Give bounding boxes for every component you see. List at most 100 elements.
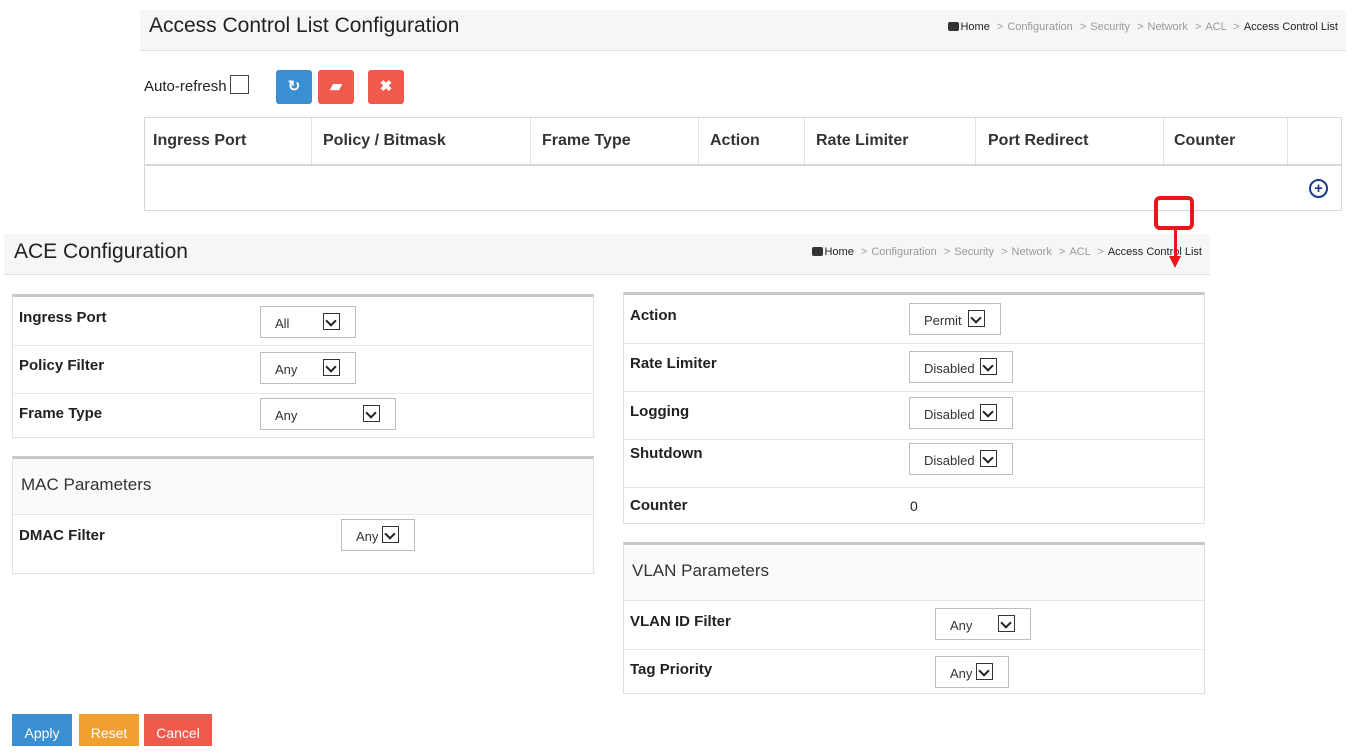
column-header: Ingress Port (153, 132, 247, 149)
breadcrumb-item[interactable]: Network (1148, 21, 1188, 33)
dashboard-icon (812, 247, 824, 256)
rate-limiter-select[interactable]: Disabled (909, 351, 1013, 383)
counter-label: Counter (630, 497, 688, 514)
tag-priority-select[interactable]: Any (935, 656, 1009, 688)
ace-title-bar: ACE Configuration Home > Configuration > S… (4, 234, 1210, 275)
dmac-filter-value: Any (356, 529, 379, 544)
auto-refresh-checkbox[interactable] (229, 75, 249, 94)
chevron-down-icon (363, 405, 380, 422)
shutdown-row: Shutdown Disabled (624, 439, 1204, 488)
annotation-arrow-icon (1169, 256, 1181, 268)
policy-filter-value: Any (275, 362, 298, 377)
breadcrumb-item[interactable]: Configuration (1007, 21, 1072, 33)
mac-section-title: MAC Parameters (21, 475, 152, 494)
column-header: Port Redirect (988, 132, 1089, 149)
close-icon: ✖ (379, 78, 393, 95)
dmac-filter-select[interactable]: Any (341, 519, 415, 551)
shutdown-select[interactable]: Disabled (909, 443, 1013, 475)
refresh-icon: ↻ (287, 78, 301, 95)
chevron-down-icon (980, 358, 997, 375)
ace-panel: ACE Configuration Home > Configuration > S… (4, 230, 1210, 746)
mac-parameters-box: MAC Parameters DMAC Filter Any (12, 456, 594, 574)
policy-filter-select[interactable]: Any (260, 352, 356, 384)
breadcrumb-home[interactable]: Home (824, 246, 853, 258)
auto-refresh-label: Auto-refresh (144, 78, 227, 95)
ingress-port-label: Ingress Port (19, 309, 107, 326)
rate-limiter-value: Disabled (924, 361, 975, 376)
breadcrumb-home[interactable]: Home (960, 21, 989, 33)
vlan-section-header: VLAN Parameters (624, 545, 1204, 601)
tag-priority-row: Tag Priority Any (624, 649, 1204, 694)
page-title: Access Control List Configuration (149, 14, 460, 37)
breadcrumb-item[interactable]: Network (1012, 246, 1052, 258)
frame-type-value: Any (275, 408, 298, 423)
ace-breadcrumb: Home > Configuration > Security > Network >… (812, 246, 1202, 258)
vlan-id-filter-value: Any (950, 618, 973, 633)
vlan-id-filter-row: VLAN ID Filter Any (624, 601, 1204, 650)
policy-filter-row: Policy Filter Any (13, 345, 593, 394)
chevron-down-icon (382, 526, 399, 543)
breadcrumb-item[interactable]: ACL (1069, 246, 1090, 258)
chevron-down-icon (323, 359, 340, 376)
vlan-id-filter-label: VLAN ID Filter (630, 613, 731, 630)
breadcrumb-item[interactable]: Security (1090, 21, 1130, 33)
remove-all-button[interactable]: ✖ (368, 70, 404, 104)
chevron-down-icon (968, 310, 985, 327)
logging-select[interactable]: Disabled (909, 397, 1013, 429)
action-select[interactable]: Permit (909, 303, 1001, 335)
vlan-parameters-box: VLAN Parameters VLAN ID Filter Any Tag P… (623, 542, 1205, 694)
vlan-id-filter-select[interactable]: Any (935, 608, 1031, 640)
ace-basic-box: Ingress Port All Policy Filter Any Frame… (12, 294, 594, 438)
apply-button[interactable]: Apply (12, 714, 72, 746)
chevron-down-icon (976, 663, 993, 680)
vlan-section-title: VLAN Parameters (632, 561, 769, 580)
logging-label: Logging (630, 403, 690, 420)
breadcrumb-item[interactable]: Configuration (871, 246, 936, 258)
breadcrumb-item[interactable]: ACL (1205, 21, 1226, 33)
clear-button[interactable]: ▰ (318, 70, 354, 104)
counter-row: Counter 0 (624, 487, 1204, 524)
frame-type-label: Frame Type (19, 405, 103, 422)
reset-button[interactable]: Reset (79, 714, 139, 746)
logging-row: Logging Disabled (624, 391, 1204, 440)
chevron-down-icon (980, 404, 997, 421)
breadcrumb-current[interactable]: Access Control List (1108, 246, 1202, 258)
policy-filter-label: Policy Filter (19, 357, 105, 374)
breadcrumb-item[interactable]: Security (954, 246, 994, 258)
ingress-port-row: Ingress Port All (13, 297, 593, 346)
action-row: Action Permit (624, 295, 1204, 344)
plus-circle-icon[interactable]: + (1309, 179, 1328, 198)
counter-value: 0 (910, 498, 918, 514)
column-header: Action (710, 132, 760, 149)
frame-type-select[interactable]: Any (260, 398, 396, 430)
cancel-button[interactable]: Cancel (144, 714, 212, 746)
acl-panel: Access Control List Configuration Home >… (140, 0, 1346, 214)
breadcrumb: Home > Configuration > Security > Network >… (948, 21, 1338, 33)
shutdown-label: Shutdown (630, 445, 703, 462)
tag-priority-label: Tag Priority (630, 661, 713, 678)
column-header: Rate Limiter (816, 132, 909, 149)
dmac-filter-row: DMAC Filter Any (13, 515, 593, 563)
acl-title-bar: Access Control List Configuration Home >… (140, 10, 1346, 51)
chevron-down-icon (323, 313, 340, 330)
eraser-icon: ▰ (330, 78, 342, 95)
ace-action-box: Action Permit Rate Limiter Disabled Logg… (623, 292, 1205, 524)
action-label: Action (630, 307, 677, 324)
tag-priority-value: Any (950, 666, 973, 681)
dashboard-icon (948, 22, 960, 31)
auto-refresh: Auto-refresh (144, 75, 249, 95)
annotation-arrow-line (1174, 229, 1177, 259)
mac-section-header: MAC Parameters (13, 459, 593, 515)
ingress-port-value: All (275, 316, 290, 331)
shutdown-value: Disabled (924, 453, 975, 468)
rate-limiter-label: Rate Limiter (630, 355, 717, 372)
ace-page-title: ACE Configuration (14, 240, 188, 263)
action-value: Permit (924, 313, 962, 328)
refresh-button[interactable]: ↻ (276, 70, 312, 104)
ingress-port-select[interactable]: All (260, 306, 356, 338)
column-header: Policy / Bitmask (323, 132, 446, 149)
rate-limiter-row: Rate Limiter Disabled (624, 343, 1204, 392)
breadcrumb-current: Access Control List (1243, 21, 1338, 33)
annotation-highlight-box (1154, 196, 1194, 230)
column-header: Frame Type (542, 132, 631, 149)
